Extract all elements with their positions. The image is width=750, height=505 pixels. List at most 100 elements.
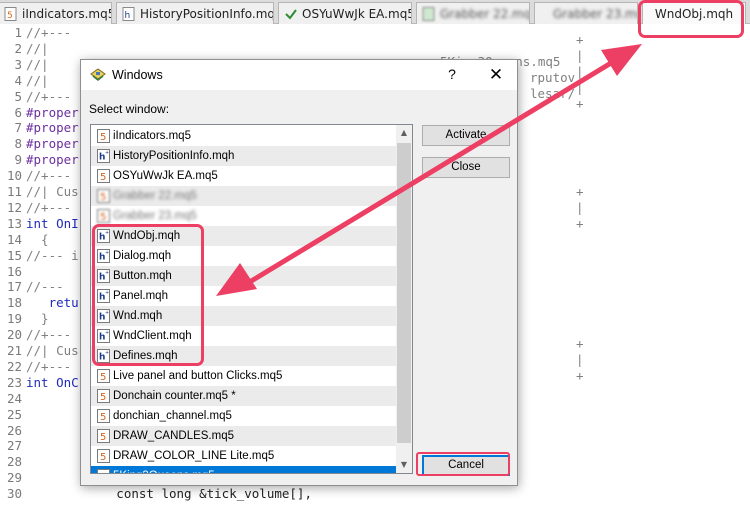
line-number: 15 [6,247,22,263]
comment-border: + [576,216,584,231]
window-list-item[interactable]: 5 Live panel and button Clicks.mq5 [91,366,397,386]
line-number: 13 [6,215,22,231]
tab-label: HistoryPositionInfo.mqh [140,6,274,21]
svg-text:5: 5 [100,192,106,203]
window-list-item[interactable]: 5 5King3Queens.mq5 [91,466,397,473]
window-list-item[interactable]: 5 donchian_channel.mq5 [91,406,397,426]
code-text: //+--- [26,358,72,374]
code-text: //--- i [26,247,79,263]
code-text: const long &tick_volume[], [26,486,312,502]
code-text: } [26,311,49,327]
mq5-file-icon: 5 [97,169,110,183]
list-highlight-box [92,224,204,366]
window-list-item[interactable]: 5 Donchain counter.mq5 * [91,386,397,406]
svg-text:5: 5 [100,212,106,223]
svg-text:5: 5 [100,392,106,403]
comment-border: | [576,352,584,367]
window-list-item-label: DRAW_COLOR_LINE Lite.mq5 [113,450,275,462]
dialog-titlebar[interactable]: Windows ? ✕ [81,60,517,90]
scroll-thumb[interactable] [397,143,411,443]
code-text: //| [26,56,49,72]
window-list-item-label: OSYuWwJk EA.mq5 [113,170,218,182]
comment-border: + [576,184,584,199]
cancel-highlight-box [416,452,510,476]
mq5-file-icon: 5 [97,409,110,423]
comment-border: | [576,80,584,95]
tab-osyuwwjk-ea[interactable]: OSYuWwJk EA.mq5 [278,2,412,24]
activate-button[interactable]: Activate [422,125,510,146]
window-list-item-label: Grabber 23.mq5 [113,210,197,222]
line-number: 14 [6,231,22,247]
code-text: #proper [26,120,79,136]
tab-label: Grabber 22.mq5 [440,6,530,21]
tab-highlight-box [638,0,744,38]
line-number: 25 [6,406,22,422]
tab-grabber-22[interactable]: Grabber 22.mq5 [416,2,530,24]
line-number: 28 [6,454,22,470]
line-number: 8 [14,136,22,152]
line-number: 20 [6,327,22,343]
svg-text:5: 5 [100,432,106,443]
code-text: #proper [26,104,79,120]
help-button[interactable]: ? [442,66,462,84]
code-text: //+--- [26,168,72,184]
window-list-item-label: iIndicators.mq5 [113,130,191,142]
comment-border: + [576,32,584,47]
code-text: //| [26,72,49,88]
code-text: #proper [26,152,79,168]
line-number: 11 [6,184,22,199]
line-number: 24 [6,390,22,406]
window-list-item[interactable]: 5 DRAW_CANDLES.mq5 [91,426,397,446]
line-number: 6 [14,104,22,120]
tab-label: iIndicators.mq5 [22,6,112,21]
line-number: 1 [14,25,22,40]
line-number: 27 [6,438,22,454]
select-window-label: Select window: [89,102,170,116]
metaeditor-app-icon [90,68,106,81]
window-list-item[interactable]: 5 Grabber 22.mq5 [91,186,397,206]
tab-grabber-23[interactable]: Grabber 23.mq5 [534,2,638,24]
svg-text:5: 5 [100,412,106,423]
svg-text:5: 5 [100,452,106,463]
line-number: 19 [6,311,22,327]
line-number: 30 [6,486,22,502]
svg-text:5: 5 [7,11,13,21]
tab-iindicators[interactable]: 5 iIndicators.mq5 [0,2,112,24]
scroll-up-icon[interactable]: ▲ [396,125,412,141]
code-text: //--- [26,279,64,295]
svg-text:5: 5 [100,132,106,143]
close-icon[interactable]: ✕ [486,65,506,85]
window-list-item[interactable]: 5 OSYuWwJk EA.mq5 [91,166,397,186]
scroll-down-icon[interactable]: ▼ [396,457,412,473]
check-icon [285,8,297,20]
line-number: 5 [14,88,22,104]
line-number: 10 [6,168,22,184]
line-number: 22 [6,358,22,374]
line-number: 9 [14,152,22,168]
line-number: 18 [6,295,22,311]
code-line: 2//| [0,41,750,57]
window-list-item[interactable]: h + HistoryPositionInfo.mqh [91,146,397,166]
mq5-file-icon: 5 [97,369,110,383]
code-text: //+--- [26,25,72,40]
line-number: 2 [14,40,22,56]
mq5-file-icon: 5 [97,189,110,203]
tab-label: OSYuWwJk EA.mq5 [302,6,412,21]
list-scrollbar[interactable]: ▲ ▼ [396,125,412,473]
window-list-item-label: 5King3Queens.mq5 [113,470,215,473]
code-text: //| [26,40,49,56]
line-number: 16 [6,263,22,279]
window-list-item[interactable]: 5 DRAW_COLOR_LINE Lite.mq5 [91,446,397,466]
tab-label: Grabber 23.mq5 [553,6,637,21]
comment-border: | [576,200,584,215]
tab-historypositioninfo[interactable]: h HistoryPositionInfo.mqh [116,2,274,24]
window-list-item[interactable]: 5 iIndicators.mq5 [91,126,397,146]
comment-border: | [576,64,584,79]
mq5-file-icon: 5 [97,209,110,223]
close-button[interactable]: Close [422,157,510,178]
window-list-item[interactable]: 5 Grabber 23.mq5 [91,206,397,226]
mq5-file-icon [422,6,435,21]
comment-fragment: lesar/ [530,86,576,101]
mq5-file-icon: 5 [97,389,110,403]
code-text: //| Cus [26,343,79,358]
